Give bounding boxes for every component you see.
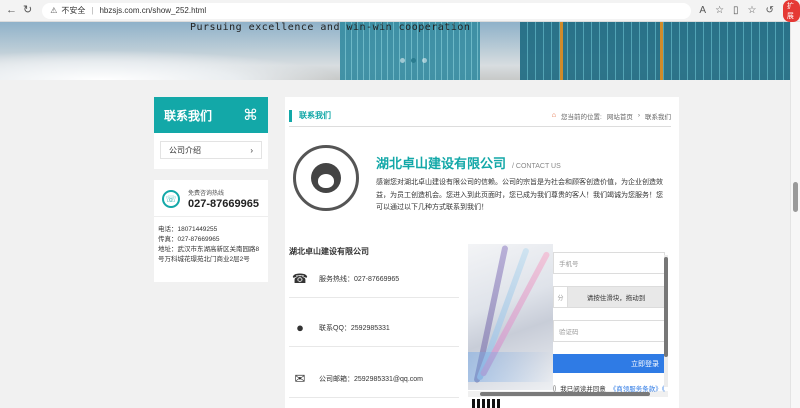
favorite-star-icon[interactable]: ☆ xyxy=(715,5,724,16)
form-scrollbar-thumb[interactable] xyxy=(664,257,668,357)
page-scrollbar-thumb[interactable] xyxy=(793,182,798,212)
refresh-icon[interactable]: ↻ xyxy=(23,5,32,16)
qr-code-icon xyxy=(472,399,502,408)
login-form: 手机号 分 请按住滑块，拖动到 验证码 立即登录 我已阅读并同意 《商领服务条款… xyxy=(553,252,665,393)
agree-text: 我已阅读并同意 xyxy=(560,386,606,393)
warning-icon: ⚠ xyxy=(50,6,58,15)
url-text: hbzsjs.com.cn/show_252.html xyxy=(99,6,207,15)
qq-number: 联系QQ：2592985331 xyxy=(319,324,390,332)
history-icon[interactable]: ↺ xyxy=(766,5,774,16)
login-side-image xyxy=(468,244,553,390)
security-label: 不安全 xyxy=(61,6,86,15)
slider-captcha[interactable]: 分 请按住滑块，拖动到 xyxy=(553,286,665,308)
address-bar[interactable]: ⚠ 不安全 | hbzsjs.com.cn/show_252.html xyxy=(42,2,692,19)
breadcrumb-prefix: 您当前的位置: xyxy=(561,113,602,121)
email-address: 公司邮箱：2592985331@qq.com xyxy=(319,375,423,383)
company-name: 湖北卓山建设有限公司 xyxy=(376,156,507,171)
phone-icon: ☏ xyxy=(162,190,180,208)
read-aloud-icon[interactable]: A xyxy=(699,5,706,16)
hero-banner: Pursuing excellence and win-win cooperat… xyxy=(0,22,790,80)
sidebar-contact-box: ☏ 免费咨询热线 027-87669965 电话：18071449255 传真：… xyxy=(154,180,268,282)
section-title: 联系我们 xyxy=(289,109,331,122)
breadcrumb-home-link[interactable]: 网站首页 xyxy=(607,111,633,121)
breadcrumb-current[interactable]: 联系我们 xyxy=(645,111,671,121)
contact-fax: 传真：027-87669965 xyxy=(158,236,220,243)
company-suffix: / CONTACT US xyxy=(512,163,561,170)
contact-address: 地址：武汉市东湖高新区关南园路8号万科城花璟苑北门商业2层2号 xyxy=(158,246,260,263)
sidebar-item-company-intro[interactable]: 公司介绍 › xyxy=(160,141,262,159)
hotline-block: ☏ 免费咨询热线 027-87669965 xyxy=(154,180,268,217)
carousel-dot-active[interactable] xyxy=(411,58,416,63)
carousel-dot[interactable] xyxy=(422,58,427,63)
sidebar-menu: 公司介绍 › xyxy=(154,133,268,169)
slider-knob[interactable]: 分 xyxy=(554,287,568,307)
sidebar-header: 联系我们 ⌘ xyxy=(154,97,268,133)
customer-service-icon xyxy=(293,145,359,211)
info-row-hotline: ☎ 服务热线：027-87669965 xyxy=(289,260,459,298)
mail-icon: ✉ xyxy=(294,370,306,386)
split-screen-icon[interactable]: ▯ xyxy=(733,5,739,16)
telephone-icon: ☎ xyxy=(291,270,309,286)
collections-icon[interactable]: ☆ xyxy=(748,5,757,16)
grid-icon: ⌘ xyxy=(243,106,258,124)
slider-hint: 请按住滑块，拖动到 xyxy=(586,295,646,302)
chevron-right-icon: › xyxy=(250,145,253,155)
company-intro: 感谢您对湖北卓山建设有限公司的信赖。公司的宗旨是为社会和顾客创造价值，为企业创造… xyxy=(376,179,663,211)
hotline-label: 免费咨询热线 xyxy=(188,191,225,197)
terms-link[interactable]: 《商领服务条款》《 xyxy=(610,383,665,393)
qq-icon: ● xyxy=(296,320,304,335)
main-content: 联系我们 ⌂ 您当前的位置: 网站首页 › 联系我们 湖北卓山建设有限公司 / … xyxy=(285,97,679,408)
info-title: 湖北卓山建设有限公司 xyxy=(289,247,369,256)
contact-phone: 电话：18071449255 xyxy=(158,226,218,233)
breadcrumb: ⌂ 您当前的位置: 网站首页 › 联系我们 xyxy=(551,111,671,121)
extension-button[interactable]: 扩展 xyxy=(782,0,800,22)
hotline-number: 027-87669965 xyxy=(188,198,259,210)
carousel-dot[interactable] xyxy=(400,58,405,63)
home-icon: ⌂ xyxy=(551,112,557,119)
sidebar-item-label: 公司介绍 xyxy=(169,145,201,155)
info-row-email: ✉ 公司邮箱：2592985331@qq.com xyxy=(289,360,459,398)
agree-radio[interactable] xyxy=(553,384,557,392)
login-button[interactable]: 立即登录 xyxy=(553,354,665,373)
verification-code-input[interactable]: 验证码 xyxy=(553,320,665,342)
page-scrollbar[interactable] xyxy=(790,22,800,408)
company-heading: 湖北卓山建设有限公司 / CONTACT US xyxy=(376,153,561,172)
phone-input[interactable]: 手机号 xyxy=(553,252,665,274)
form-scrollbar[interactable] xyxy=(664,255,668,387)
browser-toolbar: ← ↻ ⚠ 不安全 | hbzsjs.com.cn/show_252.html … xyxy=(0,0,800,22)
section-header: 联系我们 ⌂ 您当前的位置: 网站首页 › 联系我们 xyxy=(289,105,671,127)
info-row-qq: ● 联系QQ：2592985331 xyxy=(289,309,459,347)
sidebar-title: 联系我们 xyxy=(164,108,213,123)
terms-agreement: 我已阅读并同意 《商领服务条款》《 xyxy=(553,383,665,393)
back-arrow-icon[interactable]: ← xyxy=(6,5,17,16)
service-hotline: 服务热线：027-87669965 xyxy=(319,275,400,283)
carousel-dots[interactable] xyxy=(400,58,427,63)
banner-tagline: Pursuing excellence and win-win cooperat… xyxy=(190,22,471,33)
